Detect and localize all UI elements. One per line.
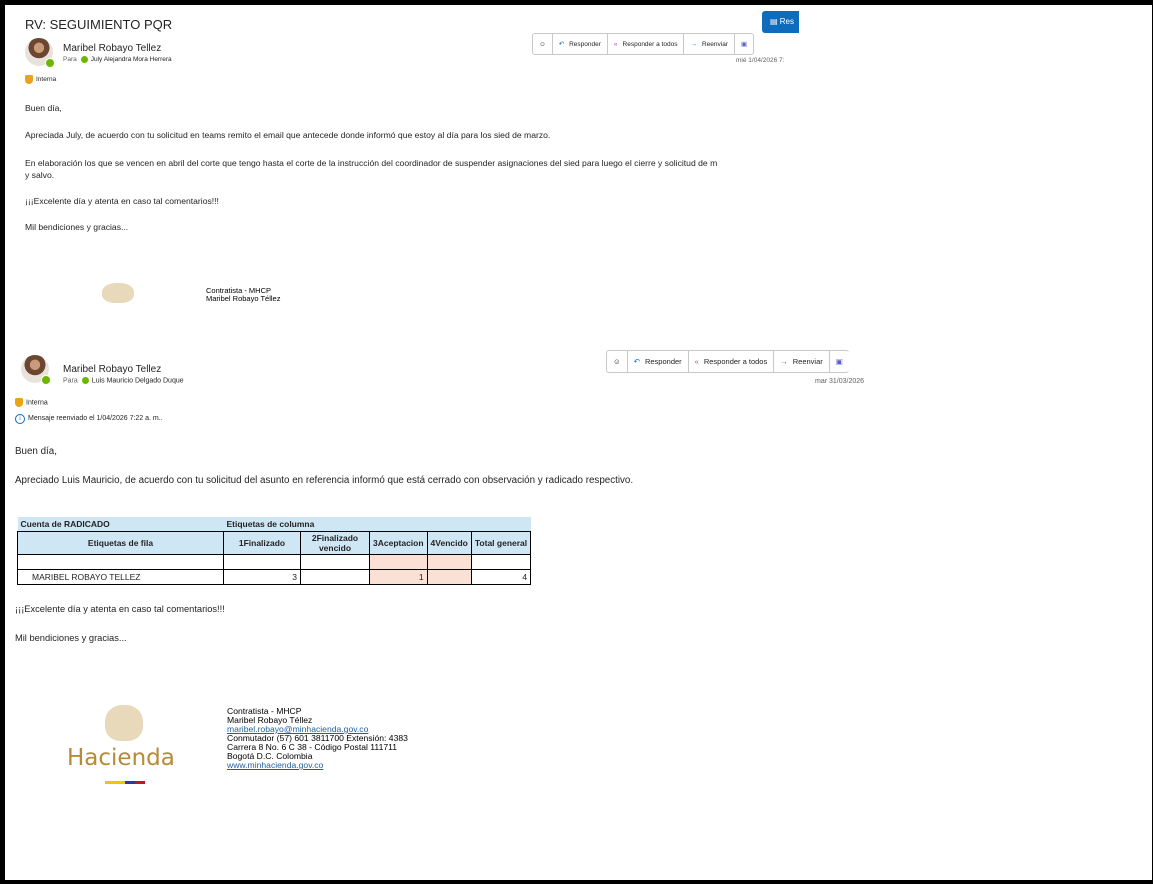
teams-icon: ▣ (835, 357, 843, 366)
email-1: RV: SEGUIMIENTO PQR ▤ Res Maribel Robayo… (5, 5, 799, 335)
sensitivity-label: Interna (25, 75, 56, 84)
action-toolbar: ☺ ↶ Responder «Responder a todos → Reenvia… (532, 33, 755, 55)
paragraph: Apreciado Luis Mauricio, de acuerdo con … (15, 475, 634, 486)
reply-all-icon: « (694, 357, 699, 366)
paragraph: ¡¡¡Excelente día y atenta en caso tal co… (15, 604, 225, 614)
crest-logo (105, 705, 143, 741)
paragraph: En elaboración los que se vencen en abri… (25, 158, 718, 168)
greeting: Buen día, (15, 446, 57, 457)
emoji-icon: ☺ (539, 40, 546, 48)
forward-button[interactable]: → Reenviar (774, 351, 830, 372)
paragraph: Apreciada July, de acuerdo con tu solici… (25, 130, 551, 140)
reply-all-button[interactable]: «Responder a todos (689, 351, 775, 372)
paragraph: Mil bendiciones y gracias... (25, 222, 129, 232)
table-cell: MARIBEL ROBAYO TELLEZ (17, 569, 224, 585)
crest-logo (102, 283, 134, 303)
sender-name[interactable]: Maribel Robayo Tellez (63, 364, 161, 375)
teams-icon: ▣ (740, 41, 748, 48)
reply-all-button[interactable]: «Responder a todos (608, 34, 685, 54)
paragraph: Mil bendiciones y gracias... (15, 633, 127, 643)
signature: Contratista - MHCP Maribel Robayo Téllez… (227, 706, 408, 771)
hacienda-logo: Hacienda (67, 745, 175, 771)
avatar[interactable] (25, 38, 55, 68)
table-header: 1Finalizado (223, 531, 301, 555)
flag-stripe (105, 781, 145, 784)
forward-info: i Mensaje reenviado el 1/04/2026 7:22 a. … (15, 414, 163, 424)
table-cell: 4 (470, 569, 532, 585)
forward-icon: → (780, 357, 788, 366)
table-row-label: Etiquetas de fila (17, 531, 224, 555)
check-icon (81, 377, 89, 384)
website-link[interactable]: www.minhacienda.gov.co (227, 760, 323, 770)
table-cell (426, 569, 472, 585)
teams-button[interactable]: ▣ (735, 34, 753, 54)
recipients: Para July Alejandra Mora Herrera (63, 56, 172, 64)
table-column-label: Etiquetas de columna (226, 519, 315, 529)
paragraph: ¡¡¡Excelente día y atenta en caso tal co… (25, 196, 219, 206)
pivot-table: Cuenta de RADICADO Etiquetas de columna … (17, 517, 532, 585)
date: mar 31/03/2026 (815, 378, 865, 385)
email-window: RV: SEGUIMIENTO PQR ▤ Res Maribel Robayo… (5, 5, 1152, 880)
reply-button[interactable]: ↶ Responder (628, 351, 689, 372)
emoji-button[interactable]: ☺ (533, 34, 553, 54)
presence-icon (45, 58, 55, 68)
date: mié 1/04/2026 7: (736, 57, 785, 64)
reply-button[interactable]: ↶ Responder (553, 34, 608, 54)
action-toolbar: ☺ ↶ Responder «Responder a todos → Reenvia… (606, 350, 849, 373)
sensitivity-label: Interna (15, 398, 48, 407)
emoji-icon: ☺ (613, 357, 621, 366)
forward-button[interactable]: → Reenviar (684, 34, 735, 54)
subject: RV: SEGUIMIENTO PQR (25, 17, 173, 32)
signature: Contratista - MHCP Maribel Robayo Téllez (206, 286, 281, 303)
table-cell (300, 569, 370, 585)
presence-icon (41, 375, 51, 385)
table-row: MARIBEL ROBAYO TELLEZ 3 1 4 (17, 569, 532, 585)
avatar[interactable] (21, 355, 51, 385)
table-cell: 1 (369, 569, 428, 585)
table-corner: Cuenta de RADICADO (20, 519, 110, 529)
reply-icon: ↶ (558, 41, 565, 48)
info-icon: i (15, 414, 25, 424)
recipients: Para Luis Mauricio Delgado Duque (63, 377, 184, 385)
check-icon (80, 56, 88, 63)
forward-icon: → (690, 40, 697, 48)
paragraph: y salvo. (25, 170, 55, 180)
shield-icon (25, 75, 33, 84)
teams-button[interactable]: ▣ (830, 351, 849, 372)
reply-icon: ↶ (633, 357, 640, 366)
emoji-button[interactable]: ☺ (607, 351, 628, 372)
table-header: Total general (470, 531, 532, 555)
top-action-button[interactable]: ▤ Res (762, 11, 799, 33)
table-header: 4Vencido (426, 531, 472, 555)
shield-icon (15, 398, 23, 407)
table-header: 2Finalizado vencido (300, 531, 370, 555)
table-cell: 3 (223, 569, 301, 585)
sender-name[interactable]: Maribel Robayo Tellez (63, 43, 161, 54)
table-header: 3Aceptacion (369, 531, 428, 555)
greeting: Buen día, (25, 103, 62, 113)
reply-all-icon: « (613, 40, 618, 48)
